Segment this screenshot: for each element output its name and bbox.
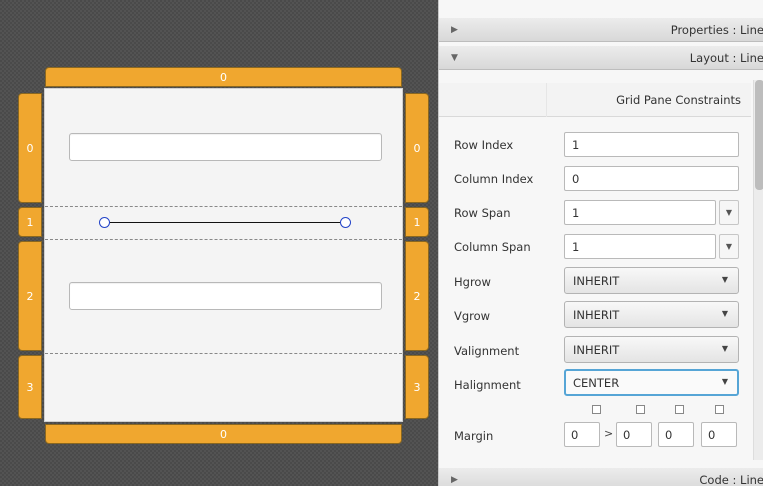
label-valignment: Valignment xyxy=(454,344,520,358)
row-header-label: 0 xyxy=(26,141,34,155)
row-span-field[interactable]: 1 xyxy=(564,200,716,225)
margin-right-toggle[interactable] xyxy=(636,405,645,414)
section-code[interactable]: ▶ Code : Line xyxy=(439,468,763,486)
hgrow-select[interactable]: INHERIT ▼ xyxy=(564,267,739,294)
halignment-select[interactable]: CENTER ▼ xyxy=(564,369,739,396)
design-canvas[interactable]: 0 0 1 2 3 0 1 2 3 0 xyxy=(0,0,438,486)
vgrow-select[interactable]: INHERIT ▼ xyxy=(564,301,739,328)
label-margin: Margin xyxy=(454,429,494,443)
column-index-field[interactable]: 0 xyxy=(564,166,739,191)
row-header-label: 0 xyxy=(413,141,421,155)
triangle-right-icon: ▶ xyxy=(451,24,458,35)
margin-top-field[interactable]: 0 xyxy=(564,422,600,447)
section-label: Properties : Line xyxy=(670,22,763,37)
triangle-right-icon: ▶ xyxy=(451,474,458,485)
scrollbar-thumb[interactable] xyxy=(755,80,763,190)
label-row-span: Row Span xyxy=(454,206,511,220)
margin-top-toggle[interactable] xyxy=(592,405,601,414)
chevron-down-icon: ▼ xyxy=(721,344,728,353)
line-end-handle[interactable] xyxy=(340,217,351,228)
inspector-panel: ▶ Properties : Line ▼ Layout : Line Grid… xyxy=(438,0,763,486)
label-halignment: Halignment xyxy=(454,378,521,392)
row-header-0-left[interactable]: 0 xyxy=(18,93,42,203)
section-label: Code : Line xyxy=(699,472,763,486)
label-column-index: Column Index xyxy=(454,172,534,186)
label-row-index: Row Index xyxy=(454,138,514,152)
subtab-empty xyxy=(439,83,547,117)
row-header-1-left[interactable]: 1 xyxy=(18,207,42,237)
grid-pane[interactable] xyxy=(44,88,403,422)
row-header-3-left[interactable]: 3 xyxy=(18,355,42,419)
row-header-label: 1 xyxy=(26,215,34,229)
section-properties[interactable]: ▶ Properties : Line xyxy=(439,18,763,42)
column-span-field[interactable]: 1 xyxy=(564,234,716,259)
margin-left-toggle[interactable] xyxy=(715,405,724,414)
layout-subtab-bar: Grid Pane Constraints xyxy=(439,83,751,117)
column-header-label: 0 xyxy=(220,70,227,84)
margin-left-field[interactable]: 0 xyxy=(701,422,737,447)
row-header-2-right[interactable]: 2 xyxy=(405,241,429,351)
margin-bottom-field[interactable]: 0 xyxy=(658,422,694,447)
text-field-row-2[interactable] xyxy=(69,282,382,310)
vgrow-value: INHERIT xyxy=(573,308,620,322)
chevron-down-icon: ▼ xyxy=(721,377,728,386)
halignment-value: CENTER xyxy=(573,376,620,390)
label-vgrow: Vgrow xyxy=(454,309,491,323)
section-label: Layout : Line xyxy=(689,50,763,65)
column-span-combo[interactable]: 1 ▼ xyxy=(564,234,739,259)
chevron-down-icon: ▼ xyxy=(721,309,728,318)
label-column-span: Column Span xyxy=(454,240,531,254)
row-header-label: 3 xyxy=(413,380,421,394)
margin-right-field[interactable]: 0 xyxy=(616,422,652,447)
inspector-scrollbar[interactable] xyxy=(753,80,763,460)
row-header-0-right[interactable]: 0 xyxy=(405,93,429,203)
row-header-3-right[interactable]: 3 xyxy=(405,355,429,419)
chevron-down-icon: ▼ xyxy=(721,275,728,284)
tab-grid-pane-constraints[interactable]: Grid Pane Constraints xyxy=(616,83,741,117)
column-header-0-bottom[interactable]: 0 xyxy=(45,424,402,444)
row-header-2-left[interactable]: 2 xyxy=(18,241,42,351)
section-layout[interactable]: ▼ Layout : Line xyxy=(439,46,763,70)
row-header-1-right[interactable]: 1 xyxy=(405,207,429,237)
hgrow-value: INHERIT xyxy=(573,274,620,288)
text-field-row-0[interactable] xyxy=(69,133,382,161)
selected-line[interactable] xyxy=(105,222,345,223)
chevron-right-icon[interactable]: > xyxy=(604,427,613,440)
row-index-field[interactable]: 1 xyxy=(564,132,739,157)
row-span-combo[interactable]: 1 ▼ xyxy=(564,200,739,225)
row-divider xyxy=(45,239,402,240)
valignment-select[interactable]: INHERIT ▼ xyxy=(564,336,739,363)
chevron-down-icon[interactable]: ▼ xyxy=(719,234,739,259)
row-header-label: 2 xyxy=(26,289,34,303)
line-start-handle[interactable] xyxy=(99,217,110,228)
chevron-down-icon[interactable]: ▼ xyxy=(719,200,739,225)
row-header-label: 2 xyxy=(413,289,421,303)
row-divider xyxy=(45,206,402,207)
row-header-label: 1 xyxy=(413,215,421,229)
column-header-label: 0 xyxy=(220,427,227,441)
valignment-value: INHERIT xyxy=(573,343,620,357)
margin-bottom-toggle[interactable] xyxy=(675,405,684,414)
triangle-down-icon: ▼ xyxy=(451,52,458,63)
row-header-label: 3 xyxy=(26,380,34,394)
label-hgrow: Hgrow xyxy=(454,275,491,289)
row-divider xyxy=(45,353,402,354)
column-header-0-top[interactable]: 0 xyxy=(45,67,402,87)
